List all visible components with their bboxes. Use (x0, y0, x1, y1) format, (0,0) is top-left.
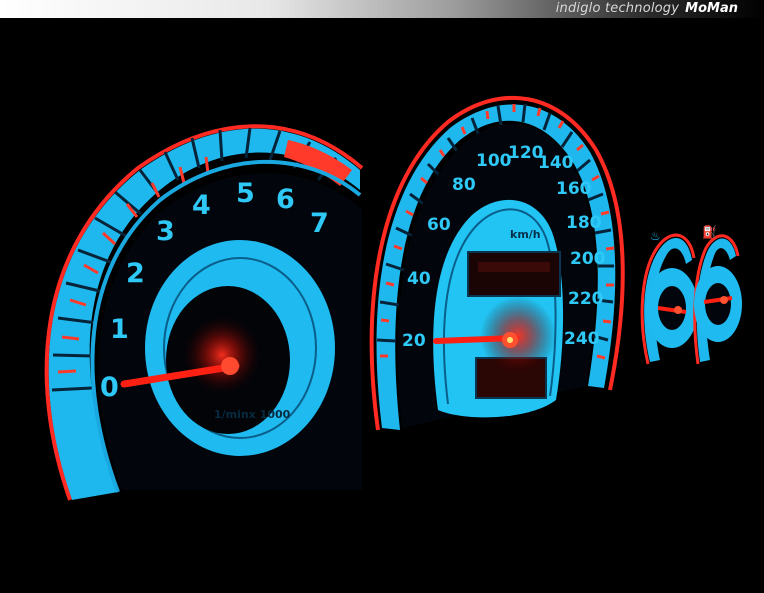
tacho-label-3: 3 (156, 216, 175, 247)
speedo-label-200: 200 (570, 249, 606, 269)
speedo-label-80: 80 (452, 175, 476, 195)
small-gauge-left-pivot (674, 306, 682, 314)
tacho-label-7: 7 (310, 208, 329, 239)
speedometer: 20 40 60 80 100 120 140 160 180 200 220 … (369, 95, 625, 431)
small-gauge-right-hub (705, 283, 731, 325)
speedo-label-180: 180 (566, 213, 602, 233)
tacho-hub-glow (182, 315, 262, 395)
instrument-cluster: 0 1 2 3 4 5 6 7 1/minx 1000 20 40 60 80 … (44, 95, 742, 501)
tacho-needle-pivot (221, 357, 239, 375)
tacho-unit-label: 1/minx 1000 (214, 408, 291, 421)
speedo-needle-spark (507, 337, 513, 343)
speedo-label-140: 140 (538, 153, 574, 173)
tacho-label-4: 4 (192, 190, 211, 221)
temp-icon: ♨ (650, 229, 661, 243)
speedo-label-220: 220 (568, 289, 604, 309)
odometer-window (467, 251, 561, 297)
fuel-icon: ⛽ (702, 225, 717, 239)
speedo-label-240: 240 (564, 329, 600, 349)
tacho-label-2: 2 (126, 258, 145, 289)
tacho-label-6: 6 (276, 184, 295, 215)
tacho-label-0: 0 (100, 372, 119, 403)
speedo-unit-label: km/h (510, 228, 541, 241)
tacho-label-5: 5 (236, 178, 255, 209)
small-gauges: ♨ ⛽ (640, 225, 742, 365)
speedo-label-100: 100 (476, 151, 512, 171)
speedo-label-60: 60 (427, 215, 451, 235)
speedo-label-160: 160 (556, 179, 592, 199)
tacho-label-1: 1 (110, 314, 129, 345)
tachometer: 0 1 2 3 4 5 6 7 1/minx 1000 (44, 124, 364, 501)
small-gauge-right-pivot (720, 296, 728, 304)
speedo-label-20: 20 (402, 331, 426, 351)
speedo-label-40: 40 (407, 269, 431, 289)
odometer-digits (478, 262, 550, 272)
